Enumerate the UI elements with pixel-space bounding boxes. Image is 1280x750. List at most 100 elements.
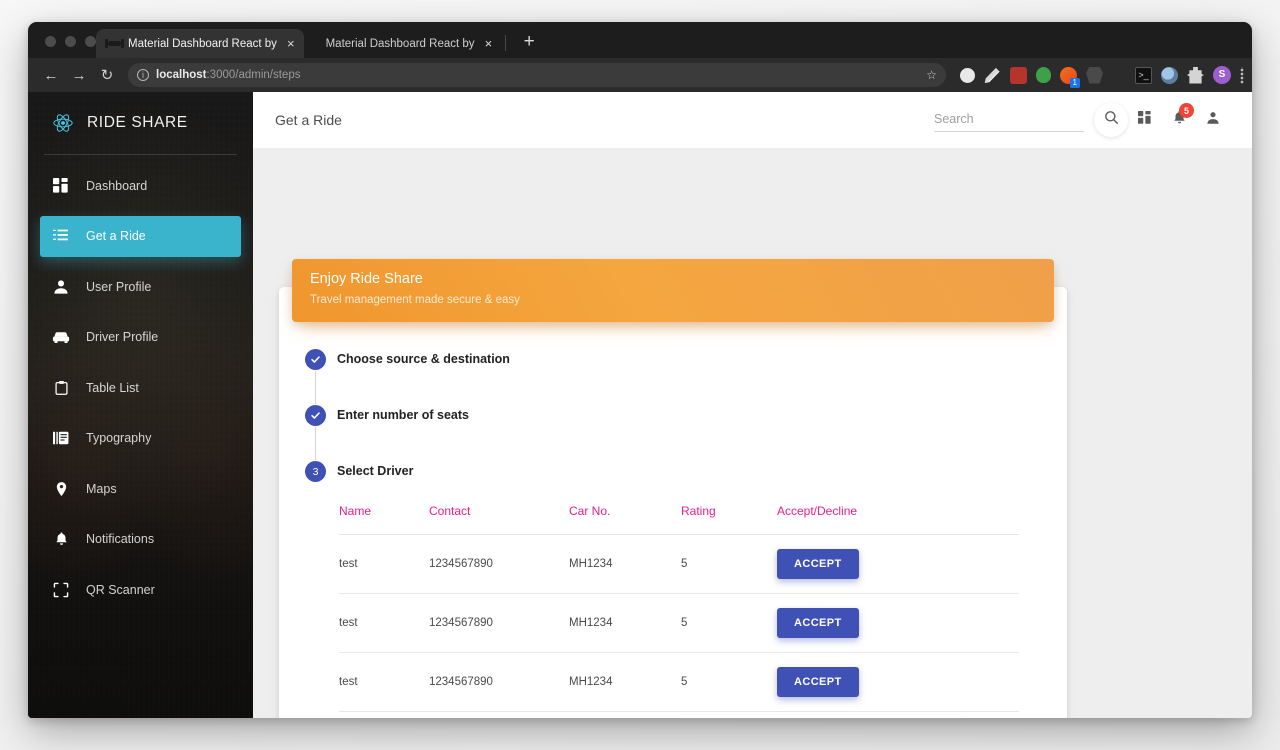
maximize-window-button[interactable] [85, 36, 96, 47]
browser-tab-2[interactable]: Material Dashboard React by C × [314, 29, 502, 58]
sidebar-item-maps[interactable]: Maps [40, 468, 241, 509]
step-3[interactable]: 3 Select Driver [305, 461, 1067, 482]
sidebar-brand[interactable]: RIDE SHARE [28, 92, 253, 154]
new-tab-button[interactable]: + [516, 29, 542, 55]
cell-rating: 5 [681, 534, 777, 594]
sidebar-item-user-profile[interactable]: User Profile [40, 266, 241, 307]
table-body: test 1234567890 MH1234 5 ACCEPT test 123… [339, 534, 1019, 712]
cell-name: test [339, 652, 429, 712]
close-window-button[interactable] [45, 36, 56, 47]
close-tab-icon[interactable]: × [483, 37, 493, 50]
firefox-icon[interactable]: 1 [1060, 66, 1080, 88]
sidebar-item-driver-profile[interactable]: Driver Profile [40, 317, 241, 358]
sidebar-item-label: Notifications [86, 532, 155, 546]
cell-contact: 1234567890 [429, 652, 569, 712]
back-icon[interactable]: ← [38, 62, 64, 88]
sidebar-item-table-list[interactable]: Table List [40, 367, 241, 408]
step-2[interactable]: Enter number of seats [305, 405, 1067, 426]
search-button[interactable] [1094, 103, 1128, 137]
accept-button[interactable]: ACCEPT [777, 667, 859, 697]
cell-contact: 1234567890 [429, 534, 569, 594]
cell-name: test [339, 534, 429, 594]
account-button[interactable] [1196, 103, 1230, 137]
ride-card: Enjoy Ride Share Travel management made … [279, 259, 1067, 718]
sidebar: RIDE SHARE Dashboard Get a Ride User Pro… [28, 92, 253, 718]
person-icon [52, 278, 70, 296]
sidebar-item-notifications[interactable]: Notifications [40, 519, 241, 560]
accept-button[interactable]: ACCEPT [777, 549, 859, 579]
sidebar-item-dashboard[interactable]: Dashboard [40, 165, 241, 206]
column-header-car-no: Car No. [569, 496, 681, 535]
close-tab-icon[interactable]: × [285, 37, 295, 50]
site-info-icon[interactable]: i [137, 69, 149, 81]
step-label: Enter number of seats [337, 408, 469, 422]
sidebar-brand-label: RIDE SHARE [87, 114, 188, 131]
cell-car-no: MH1234 [569, 593, 681, 653]
page-viewport: RIDE SHARE Dashboard Get a Ride User Pro… [28, 92, 1252, 718]
terminal-icon[interactable]: >_ [1135, 66, 1152, 84]
sidebar-item-label: Typography [86, 431, 152, 445]
step-label: Choose source & destination [337, 352, 510, 366]
person-icon [1206, 111, 1220, 130]
red-app-icon[interactable] [1010, 66, 1027, 84]
blue-search-icon[interactable] [1161, 66, 1178, 84]
stepper-actions: BACK NEXT [279, 712, 1067, 718]
cell-action: ACCEPT [777, 652, 1019, 712]
kebab-menu-icon[interactable] [1240, 66, 1244, 84]
cell-rating: 5 [681, 593, 777, 653]
column-header-name: Name [339, 496, 429, 535]
dashboard-grid-icon [1138, 110, 1152, 130]
card-header-title: Enjoy Ride Share [310, 271, 423, 287]
card-header-subtitle: Travel management made secure & easy [310, 294, 520, 306]
search-input[interactable] [934, 108, 1084, 132]
cell-contact: 1234567890 [429, 593, 569, 653]
notifications-button[interactable]: 5 [1162, 103, 1196, 137]
main-area: Get a Ride Search 5 Enjoy Ride Share Tra… [253, 92, 1252, 718]
search-field-wrapper [934, 108, 1084, 132]
gray-puzzle-icon[interactable] [1086, 66, 1103, 84]
bookmark-star-icon[interactable]: ☆ [926, 68, 937, 82]
browser-toolbar: ← → ↻ i localhost:3000/admin/steps ☆ 1 >… [28, 58, 1252, 92]
cell-car-no: MH1234 [569, 534, 681, 594]
apps-button[interactable] [1128, 103, 1162, 137]
url-host: localhost [156, 69, 207, 81]
pencil-icon[interactable] [984, 67, 1000, 84]
browser-window: Material Dashboard React by C × Material… [28, 22, 1252, 718]
react-atom-icon [52, 112, 74, 134]
cell-rating: 5 [681, 652, 777, 712]
table-row: test 1234567890 MH1234 5 ACCEPT [339, 534, 1019, 594]
forward-icon[interactable]: → [66, 62, 92, 88]
step-connector [315, 427, 316, 460]
step-complete-check-icon [305, 405, 326, 426]
table-header-row: Name Contact Car No. Rating Accept/Decli… [339, 496, 1019, 535]
smiley-icon[interactable] [960, 67, 975, 83]
puzzle-extension-icon[interactable] [1187, 66, 1204, 84]
sidebar-item-get-a-ride[interactable]: Get a Ride [40, 215, 241, 257]
address-bar[interactable]: i localhost:3000/admin/steps ☆ [128, 63, 946, 87]
url-text: localhost:3000/admin/steps [156, 69, 300, 81]
cell-name: test [339, 593, 429, 653]
tab-divider [505, 35, 507, 51]
drivers-table-wrapper: Name Contact Car No. Rating Accept/Decli… [279, 482, 1067, 712]
dashboard-icon [52, 177, 70, 195]
browser-tab-1[interactable]: Material Dashboard React by C × [96, 29, 304, 58]
minimize-window-button[interactable] [65, 36, 76, 47]
cell-car-no: MH1234 [569, 652, 681, 712]
cell-action: ACCEPT [777, 593, 1019, 653]
cell-action: ACCEPT [777, 534, 1019, 594]
step-connector [315, 371, 316, 404]
bell-icon [52, 530, 70, 548]
sidebar-item-typography[interactable]: Typography [40, 418, 241, 459]
step-number: 3 [305, 461, 326, 482]
page-title: Get a Ride [275, 112, 342, 128]
qr-scanner-icon [52, 581, 70, 599]
step-1[interactable]: Choose source & destination [305, 349, 1067, 370]
table-row: test 1234567890 MH1234 5 ACCEPT [339, 652, 1019, 712]
profile-avatar-s[interactable]: S [1213, 66, 1231, 84]
sidebar-item-qr-scanner[interactable]: QR Scanner [40, 569, 241, 610]
sidebar-item-label: Driver Profile [86, 330, 159, 344]
green-shield-icon[interactable] [1036, 67, 1051, 83]
extension-count-badge: 1 [1069, 77, 1080, 88]
reload-icon[interactable]: ↻ [94, 62, 120, 88]
accept-button[interactable]: ACCEPT [777, 608, 859, 638]
